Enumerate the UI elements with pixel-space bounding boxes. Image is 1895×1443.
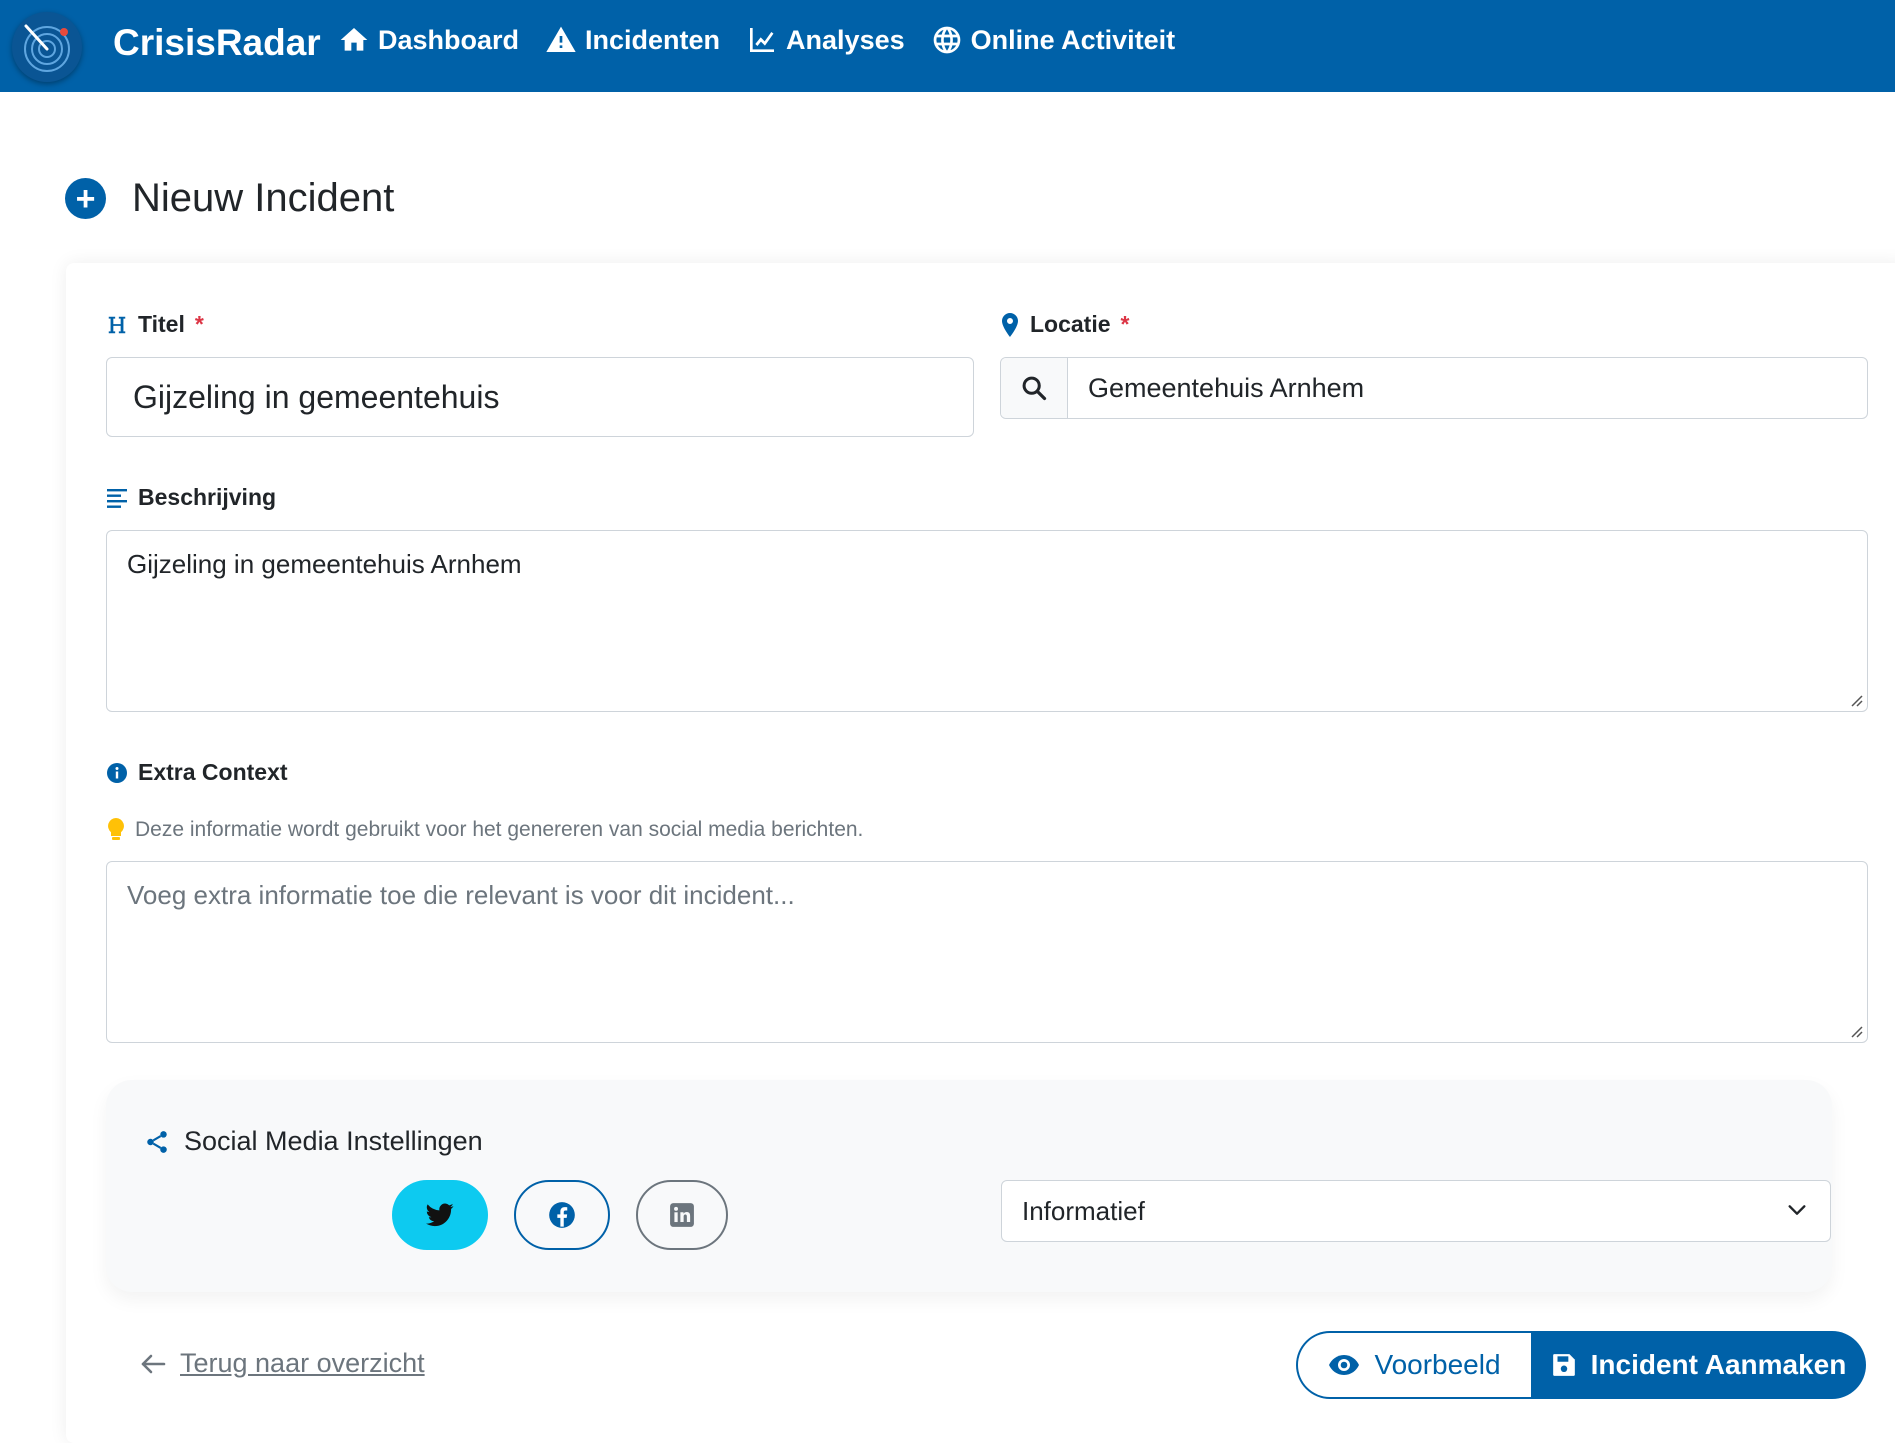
facebook-icon: [549, 1202, 575, 1228]
social-media-title: Social Media Instellingen: [144, 1126, 483, 1157]
lightbulb-icon: [108, 818, 124, 840]
preview-button[interactable]: Voorbeeld: [1296, 1331, 1531, 1399]
context-textarea[interactable]: Voeg extra informatie toe die relevant i…: [106, 861, 1868, 1043]
back-link-text: Terug naar overzicht: [180, 1348, 425, 1378]
nav-menu: Dashboard Incidenten Analyses Online Act…: [338, 24, 1175, 56]
arrow-left-icon: [141, 1354, 166, 1373]
nav-item-label: Incidenten: [585, 24, 721, 55]
location-input-group: Gemeentehuis Arnhem: [1000, 357, 1868, 419]
form-action-buttons: Voorbeeld Incident Aanmaken: [1296, 1331, 1866, 1399]
context-label-text: Extra Context: [138, 759, 288, 785]
nav-item-analyses[interactable]: Analyses: [746, 24, 905, 56]
nav-item-label: Analyses: [786, 24, 905, 55]
description-label-text: Beschrijving: [138, 484, 277, 510]
twitter-toggle-button[interactable]: [392, 1180, 488, 1250]
map-marker-icon: [1002, 312, 1018, 337]
home-icon: [340, 28, 368, 51]
required-mark: *: [194, 311, 204, 337]
back-to-overview-link[interactable]: Terug naar overzicht: [140, 1348, 425, 1379]
nav-item-incidenten[interactable]: Incidenten: [545, 24, 720, 56]
eye-icon: [1329, 1355, 1360, 1375]
description-textarea[interactable]: Gijzeling in gemeentehuis Arnhem: [106, 530, 1868, 712]
social-media-panel: Social Media Instellingen Informatief: [106, 1080, 1832, 1292]
chart-line-icon: [750, 28, 775, 52]
twitter-icon: [426, 1203, 454, 1227]
linkedin-icon: [670, 1203, 694, 1227]
tone-select[interactable]: Informatief: [1001, 1180, 1831, 1242]
location-label-text: Locatie: [1030, 311, 1111, 337]
search-icon[interactable]: [1001, 358, 1068, 418]
radar-logo-icon[interactable]: [12, 12, 82, 82]
location-input[interactable]: Gemeentehuis Arnhem: [1068, 358, 1867, 418]
location-input-value: Gemeentehuis Arnhem: [1088, 372, 1365, 403]
chevron-down-icon: [1788, 1205, 1806, 1215]
page-title: Nieuw Incident: [132, 176, 395, 220]
context-placeholder: Voeg extra informatie toe die relevant i…: [127, 880, 795, 910]
context-hint: Deze informatie wordt gebruikt voor het …: [107, 818, 863, 842]
description-label: Beschrijving: [106, 484, 276, 511]
top-navbar: CrisisRadar Dashboard Incidenten Analyse…: [0, 0, 1895, 92]
linkedin-toggle-button[interactable]: [636, 1180, 728, 1250]
resize-handle-icon[interactable]: [1847, 691, 1863, 707]
title-label-text: Titel: [138, 311, 185, 337]
nav-item-online-activiteit[interactable]: Online Activiteit: [931, 24, 1176, 56]
plus-circle-icon: +: [65, 178, 106, 219]
title-label: Titel *: [106, 311, 204, 338]
share-nodes-icon: [147, 1130, 167, 1153]
description-value: Gijzeling in gemeentehuis Arnhem: [127, 549, 522, 579]
context-hint-text: Deze informatie wordt gebruikt voor het …: [135, 818, 864, 841]
page-header: + Nieuw Incident: [65, 176, 394, 221]
create-button-label: Incident Aanmaken: [1590, 1349, 1847, 1380]
save-icon: [1552, 1354, 1575, 1376]
nav-item-label: Online Activiteit: [970, 24, 1176, 55]
info-circle-icon: [107, 762, 127, 783]
globe-icon: [933, 26, 960, 54]
facebook-toggle-button[interactable]: [514, 1180, 610, 1250]
preview-button-label: Voorbeeld: [1374, 1349, 1501, 1380]
social-media-title-text: Social Media Instellingen: [184, 1126, 483, 1156]
location-label: Locatie *: [1000, 311, 1129, 338]
heading-icon: [108, 316, 126, 333]
title-input[interactable]: Gijzeling in gemeentehuis: [106, 357, 974, 437]
context-label: Extra Context: [106, 759, 288, 786]
create-incident-button[interactable]: Incident Aanmaken: [1531, 1331, 1866, 1399]
title-input-value: Gijzeling in gemeentehuis: [133, 378, 500, 415]
brand-name[interactable]: CrisisRadar: [113, 22, 321, 64]
tone-select-value: Informatief: [1022, 1195, 1145, 1226]
nav-item-label: Dashboard: [378, 24, 520, 55]
warning-icon: [546, 26, 576, 52]
resize-handle-icon[interactable]: [1847, 1022, 1863, 1038]
nav-item-dashboard[interactable]: Dashboard: [338, 24, 519, 56]
required-mark: *: [1120, 311, 1130, 337]
align-left-icon: [107, 488, 127, 508]
